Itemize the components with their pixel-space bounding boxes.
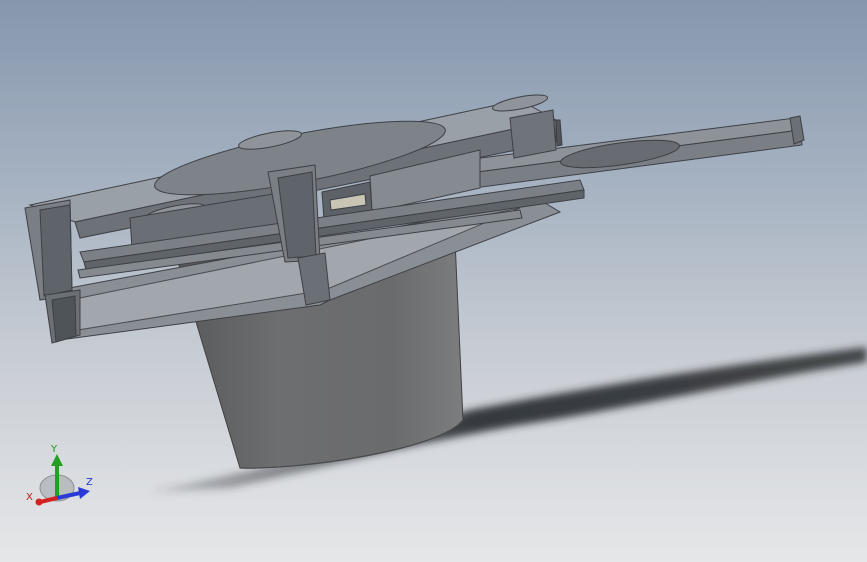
graphics-viewport[interactable]: X Y Z (0, 0, 867, 562)
right-end-bracket[interactable] (509, 109, 563, 159)
orientation-triad: X Y Z (20, 440, 100, 515)
model-view[interactable] (0, 0, 867, 562)
left-end-bracket[interactable] (24, 199, 81, 344)
triad-x-label: X (26, 492, 33, 503)
triad-y-label: Y (51, 444, 58, 455)
triad-z-label: Z (86, 477, 93, 488)
